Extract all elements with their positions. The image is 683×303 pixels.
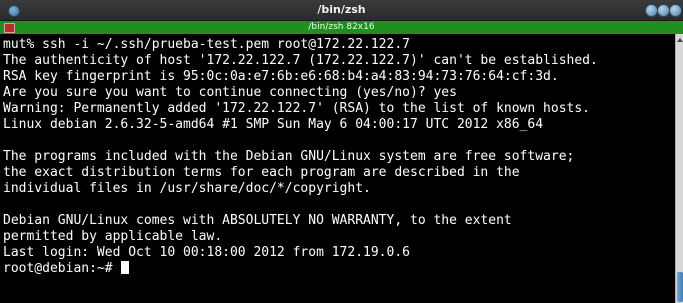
close-button[interactable]	[669, 4, 682, 17]
tab-bar: /bin/zsh 82x16	[0, 21, 683, 34]
terminal-line: The programs included with the Debian GN…	[3, 149, 575, 164]
terminal-line: Last login: Wed Oct 10 00:18:00 2012 fro…	[3, 245, 410, 260]
vertical-scrollbar[interactable]	[675, 34, 683, 303]
terminal-window: /bin/zsh /bin/zsh 82x16 mut% ssh -i ~/.s…	[0, 0, 683, 303]
terminal-line: Debian GNU/Linux comes with ABSOLUTELY N…	[3, 213, 512, 228]
terminal-line: Linux debian 2.6.32-5-amd64 #1 SMP Sun M…	[3, 117, 544, 132]
terminal-line: permitted by applicable law.	[3, 229, 223, 244]
scroll-up-arrow-icon[interactable]	[677, 38, 683, 42]
terminal-line: Warning: Permanently added '172.22.122.7…	[3, 101, 590, 116]
scrollbar-thumb[interactable]	[677, 272, 683, 302]
prompt-line[interactable]: root@debian:~#	[3, 261, 130, 277]
text-cursor	[121, 261, 130, 274]
window-title: /bin/zsh	[317, 3, 366, 16]
terminal-line: mut% ssh -i ~/.ssh/prueba-test.pem root@…	[3, 37, 410, 52]
title-bar: /bin/zsh	[0, 0, 683, 21]
terminal-output[interactable]: mut% ssh -i ~/.ssh/prueba-test.pem root@…	[0, 34, 675, 303]
terminal-line: individual files in /usr/share/doc/*/cop…	[3, 181, 371, 196]
shell-prompt: root@debian:~#	[3, 261, 121, 276]
terminal-line: the exact distribution terms for each pr…	[3, 165, 520, 180]
tab-title[interactable]: /bin/zsh 82x16	[0, 21, 683, 34]
terminal-line: Are you sure you want to continue connec…	[3, 85, 457, 100]
terminal-line: The authenticity of host '172.22.122.7 (…	[3, 53, 598, 68]
terminal-line: RSA key fingerprint is 95:0c:0a:e7:6b:e6…	[3, 69, 559, 84]
